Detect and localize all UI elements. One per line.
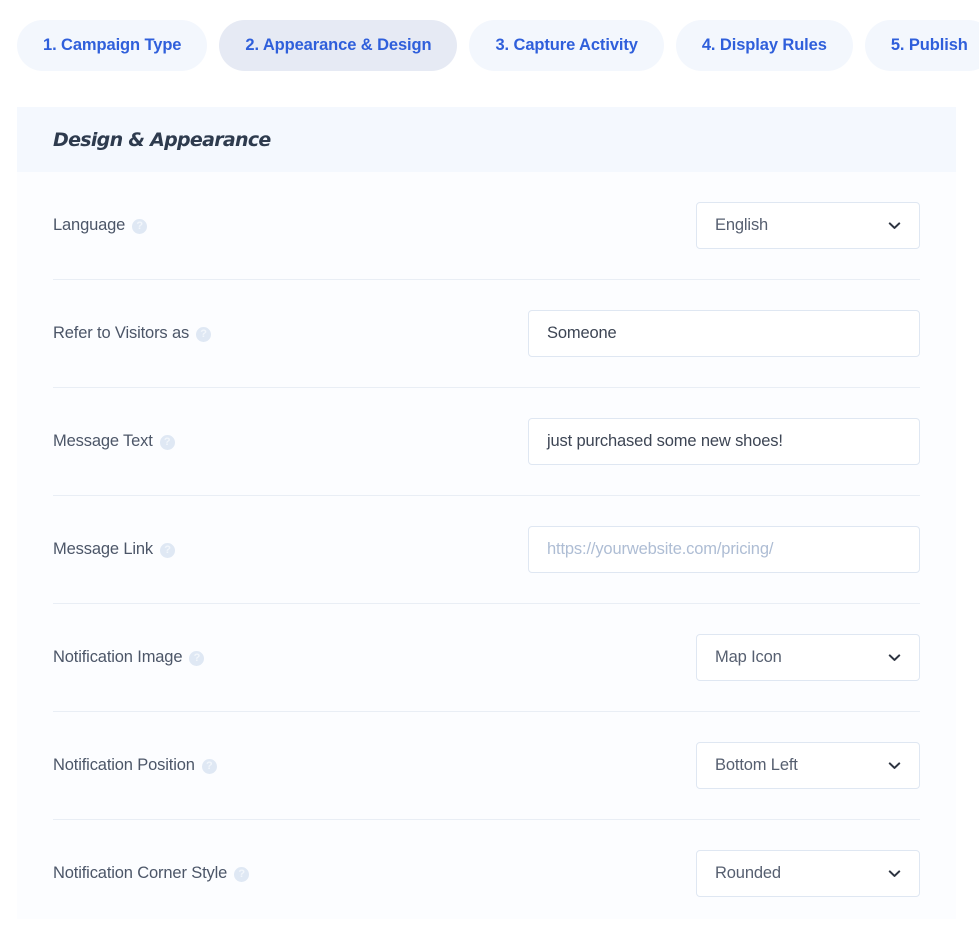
help-icon[interactable]: ? [234, 867, 250, 882]
chevron-down-icon [888, 222, 901, 229]
label-refer-to-visitors-as: Refer to Visitors as ? [53, 324, 212, 343]
tab-appearance-design-label: 2. Appearance & Design [245, 36, 432, 54]
form-row-message-link: Message Link ? https://yourwebsite.com/p… [53, 496, 920, 604]
label-language: Language ? [53, 216, 148, 235]
tab-publish[interactable]: 5. Publish [864, 20, 979, 71]
control-notification-corner-style: Rounded [696, 850, 920, 897]
language-select[interactable]: English [696, 202, 920, 249]
form-row-notification-corner-style: Notification Corner Style ? Rounded [53, 820, 920, 927]
label-notification-position-text: Notification Position [53, 756, 195, 774]
help-icon[interactable]: ? [159, 435, 175, 450]
page-title: Design & Appearance [53, 128, 271, 151]
help-icon[interactable]: ? [132, 219, 148, 234]
help-icon[interactable]: ? [201, 759, 217, 774]
form-row-language: Language ? English [53, 172, 920, 280]
tab-publish-label: 5. Publish [890, 36, 968, 54]
language-select-value: English [715, 216, 769, 234]
tab-appearance-design[interactable]: 2. Appearance & Design [219, 20, 458, 71]
control-notification-position: Bottom Left [696, 742, 920, 789]
control-message-link: https://yourwebsite.com/pricing/ [528, 526, 920, 573]
label-message-link-text: Message Link [53, 540, 154, 558]
label-message-text: Message Text ? [53, 432, 175, 451]
tab-campaign-type-label: 1. Campaign Type [43, 36, 182, 54]
control-refer-to-visitors-as: Someone [528, 310, 920, 357]
control-message-text: just purchased some new shoes! [528, 418, 920, 465]
panel-header: Design & Appearance [17, 107, 956, 172]
help-icon[interactable]: ? [196, 327, 212, 342]
refer-to-visitors-as-value: Someone [547, 324, 617, 342]
notification-position-select-value: Bottom Left [715, 756, 798, 774]
form-row-message-text: Message Text ? just purchased some new s… [53, 388, 920, 496]
message-link-placeholder: https://yourwebsite.com/pricing/ [547, 540, 774, 558]
tab-capture-activity[interactable]: 3. Capture Activity [469, 20, 664, 71]
refer-to-visitors-as-input[interactable]: Someone [528, 310, 920, 357]
notification-image-select-value: Map Icon [715, 648, 782, 666]
campaign-steps-tabbar: 1. Campaign Type 2. Appearance & Design … [0, 0, 979, 92]
label-notification-corner-style: Notification Corner Style ? [53, 864, 250, 883]
help-icon[interactable]: ? [160, 543, 176, 558]
label-notification-image-text: Notification Image [53, 648, 183, 666]
form-row-refer-to-visitors-as: Refer to Visitors as ? Someone [53, 280, 920, 388]
design-appearance-panel: Design & Appearance Language ? English R… [17, 107, 956, 919]
label-message-link: Message Link ? [53, 540, 176, 559]
message-text-value: just purchased some new shoes! [547, 432, 783, 450]
form-row-notification-position: Notification Position ? Bottom Left [53, 712, 920, 820]
label-notification-image: Notification Image ? [53, 648, 205, 667]
control-language: English [696, 202, 920, 249]
tab-campaign-type[interactable]: 1. Campaign Type [17, 20, 208, 71]
panel-body: Language ? English Refer to Visitors as … [17, 172, 956, 927]
form-row-notification-image: Notification Image ? Map Icon [53, 604, 920, 712]
tab-capture-activity-label: 3. Capture Activity [495, 36, 638, 54]
notification-corner-style-select[interactable]: Rounded [696, 850, 920, 897]
notification-image-select[interactable]: Map Icon [696, 634, 920, 681]
campaign-steps-tablist: 1. Campaign Type 2. Appearance & Design … [17, 20, 979, 71]
chevron-down-icon [888, 870, 901, 877]
label-notification-position: Notification Position ? [53, 756, 217, 775]
message-text-input[interactable]: just purchased some new shoes! [528, 418, 920, 465]
tab-display-rules[interactable]: 4. Display Rules [675, 20, 853, 71]
label-message-text-text: Message Text [53, 432, 153, 450]
chevron-down-icon [888, 762, 901, 769]
notification-position-select[interactable]: Bottom Left [696, 742, 920, 789]
chevron-down-icon [888, 654, 901, 661]
control-notification-image: Map Icon [696, 634, 920, 681]
message-link-input[interactable]: https://yourwebsite.com/pricing/ [528, 526, 920, 573]
label-refer-to-visitors-as-text: Refer to Visitors as [53, 324, 190, 342]
tab-display-rules-label: 4. Display Rules [701, 36, 827, 54]
label-language-text: Language [53, 216, 126, 234]
notification-corner-style-select-value: Rounded [715, 864, 781, 882]
help-icon[interactable]: ? [189, 651, 205, 666]
label-notification-corner-style-text: Notification Corner Style [53, 864, 228, 882]
